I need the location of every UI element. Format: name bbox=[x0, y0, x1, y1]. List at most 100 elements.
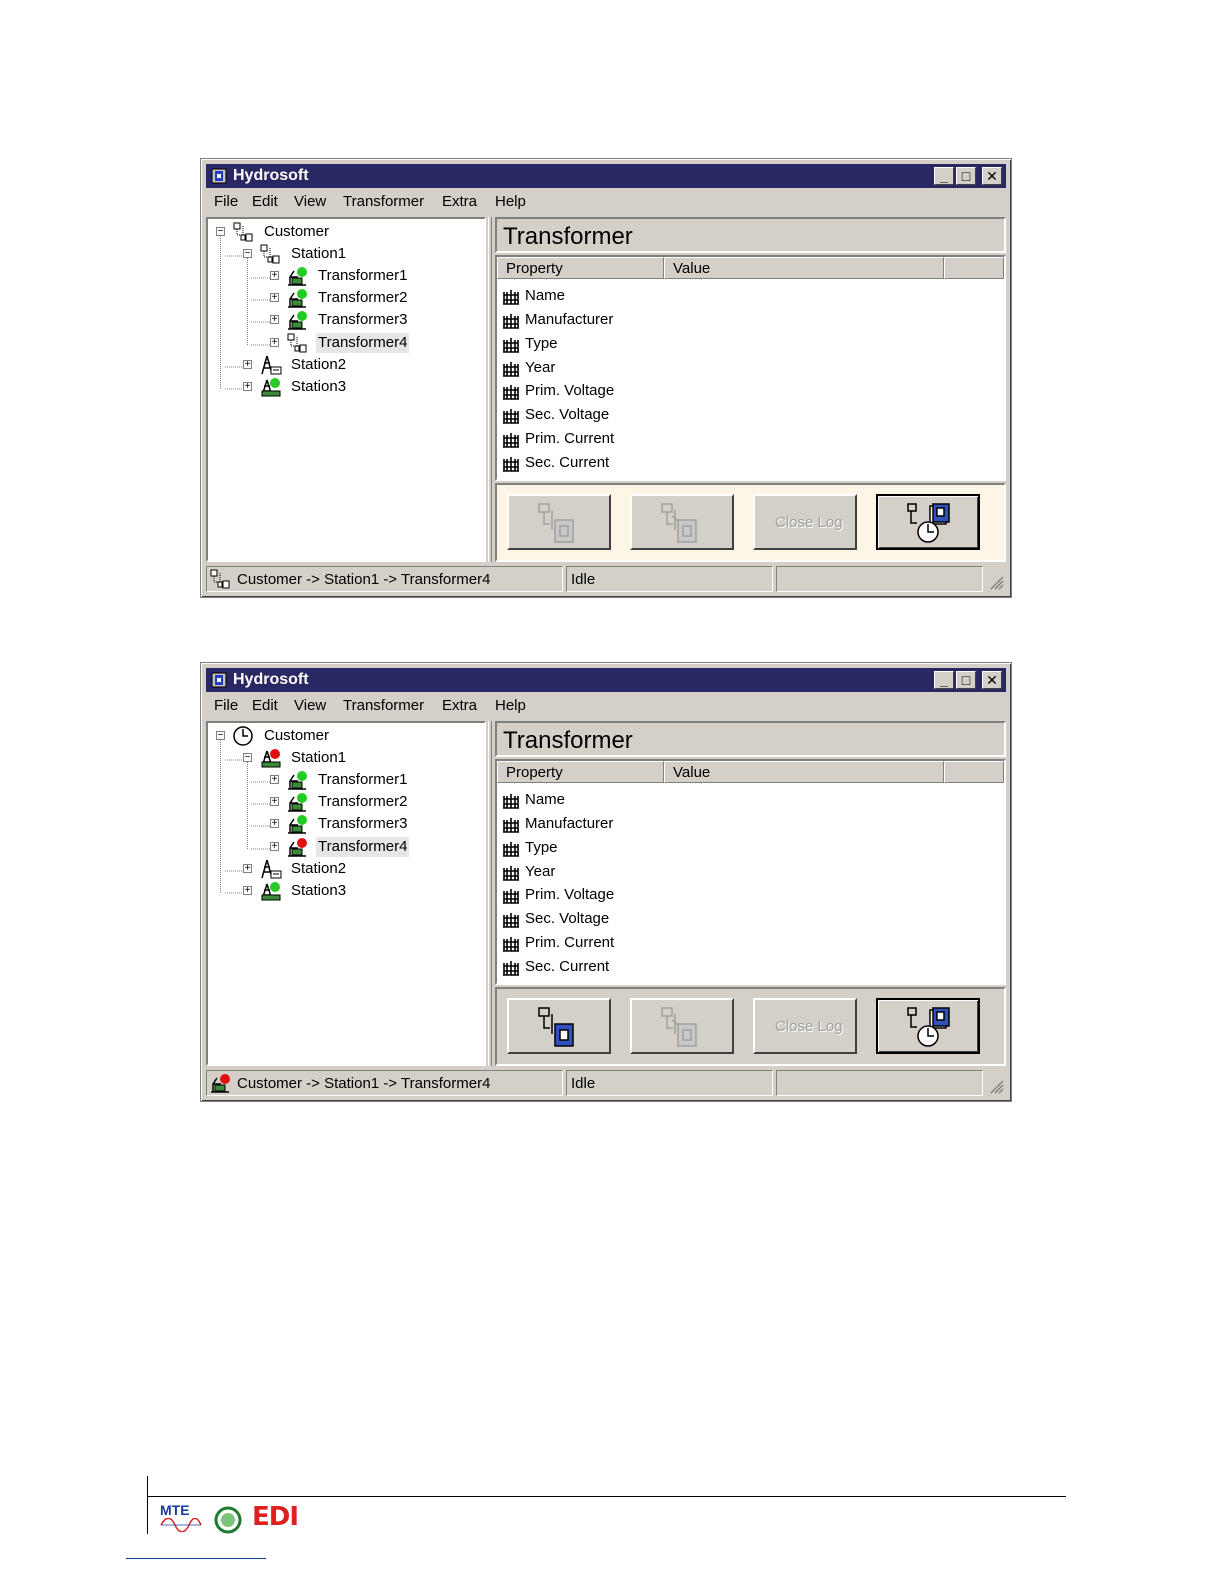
menu-bar: File Edit View Transformer Extra Help bbox=[206, 190, 1006, 214]
property-list[interactable]: Property Value Name Manufacturer Type Ye… bbox=[495, 759, 1006, 985]
menu-transformer[interactable]: Transformer bbox=[343, 694, 424, 718]
station-icon bbox=[261, 859, 282, 879]
tree-view[interactable]: − Customer − Station1 + Transformer1 + T… bbox=[206, 721, 486, 1066]
property-name: Name bbox=[525, 287, 566, 304]
menu-extra[interactable]: Extra bbox=[442, 190, 477, 214]
transformer-red-icon bbox=[288, 838, 307, 857]
app-icon bbox=[211, 168, 227, 184]
close-button[interactable]: ✕ bbox=[982, 167, 1002, 185]
close-button[interactable]: ✕ bbox=[982, 671, 1002, 689]
disconnect-device-icon bbox=[661, 1007, 697, 1047]
splitter[interactable] bbox=[488, 217, 492, 562]
column-header-value[interactable]: Value bbox=[664, 761, 944, 783]
expand-toggle[interactable]: + bbox=[270, 271, 279, 281]
menu-edit[interactable]: Edit bbox=[252, 694, 278, 718]
expand-toggle[interactable]: + bbox=[270, 797, 279, 807]
property-name: Year bbox=[525, 863, 556, 880]
property-icon bbox=[503, 818, 519, 833]
column-header-empty[interactable] bbox=[944, 761, 1004, 783]
minimize-button[interactable]: _ bbox=[934, 671, 954, 689]
title-bar[interactable]: Hydrosoft _ □ ✕ bbox=[206, 164, 1006, 188]
collapse-toggle[interactable]: − bbox=[243, 753, 252, 763]
resize-grip-icon[interactable] bbox=[988, 1078, 1004, 1094]
menu-file[interactable]: File bbox=[214, 694, 238, 718]
maximize-button[interactable]: □ bbox=[956, 167, 976, 185]
expand-toggle[interactable]: + bbox=[270, 315, 279, 325]
column-header-empty[interactable] bbox=[944, 257, 1004, 279]
clock-device-icon bbox=[907, 503, 950, 543]
property-list[interactable]: Property Value Name Manufacturer Type Ye… bbox=[495, 255, 1006, 481]
tree-node-label: Station3 bbox=[291, 882, 347, 899]
collapse-toggle[interactable]: − bbox=[216, 731, 225, 741]
column-header-value[interactable]: Value bbox=[664, 257, 944, 279]
connect-device-icon bbox=[538, 1007, 574, 1047]
expand-toggle[interactable]: + bbox=[270, 775, 279, 785]
maximize-button[interactable]: □ bbox=[956, 671, 976, 689]
property-icon bbox=[503, 842, 519, 857]
connect-button[interactable] bbox=[507, 494, 611, 550]
minimize-button[interactable]: _ bbox=[934, 167, 954, 185]
tree-node-label: Customer bbox=[264, 223, 330, 240]
menu-view[interactable]: View bbox=[294, 190, 326, 214]
tree-node-label: Transformer2 bbox=[318, 289, 408, 306]
disconnect-button[interactable] bbox=[630, 494, 734, 550]
close-log-button[interactable]: Close Log bbox=[753, 998, 857, 1054]
expand-toggle[interactable]: + bbox=[243, 382, 252, 392]
property-name: Prim. Current bbox=[525, 430, 615, 447]
property-icon bbox=[503, 866, 519, 881]
disconnect-button[interactable] bbox=[630, 998, 734, 1054]
tree-node-label: Station1 bbox=[291, 749, 347, 766]
close-log-button[interactable]: Close Log bbox=[753, 494, 857, 550]
expand-toggle[interactable]: + bbox=[270, 842, 279, 852]
status-extra-cell bbox=[776, 566, 983, 592]
menu-help[interactable]: Help bbox=[495, 694, 526, 718]
collapse-toggle[interactable]: − bbox=[243, 249, 252, 259]
column-header-property[interactable]: Property bbox=[497, 761, 664, 783]
transformer-red-icon bbox=[211, 1074, 230, 1093]
expand-toggle[interactable]: + bbox=[243, 864, 252, 874]
property-icon bbox=[503, 385, 519, 400]
splitter[interactable] bbox=[488, 721, 492, 1066]
log-timer-button[interactable] bbox=[876, 998, 980, 1054]
expand-toggle[interactable]: + bbox=[270, 293, 279, 303]
expand-toggle[interactable]: + bbox=[243, 360, 252, 370]
column-header-property[interactable]: Property bbox=[497, 257, 664, 279]
property-name: Manufacturer bbox=[525, 815, 614, 832]
status-state: Idle bbox=[571, 571, 596, 588]
property-name: Prim. Voltage bbox=[525, 886, 615, 903]
menu-transformer[interactable]: Transformer bbox=[343, 190, 424, 214]
tree-node-label: Transformer1 bbox=[318, 771, 408, 788]
footer-link-underline bbox=[126, 1558, 266, 1559]
property-name: Type bbox=[525, 839, 558, 856]
details-pane: Transformer Property Value Name Manufact… bbox=[495, 217, 1006, 562]
menu-edit[interactable]: Edit bbox=[252, 190, 278, 214]
connect-button[interactable] bbox=[507, 998, 611, 1054]
hydrosoft-window: Hydrosoft _ □ ✕ File Edit View Transform… bbox=[200, 158, 1012, 598]
details-pane: Transformer Property Value Name Manufact… bbox=[495, 721, 1006, 1066]
resize-grip-icon[interactable] bbox=[988, 574, 1004, 590]
tree-view[interactable]: − Customer − Station1 + Transformer1 + T… bbox=[206, 217, 486, 562]
tree-node-label: Transformer4 bbox=[316, 333, 410, 353]
menu-file[interactable]: File bbox=[214, 190, 238, 214]
tree-node-label: Station3 bbox=[291, 378, 347, 395]
menu-view[interactable]: View bbox=[294, 694, 326, 718]
status-bar: Customer -> Station1 -> Transformer4 Idl… bbox=[206, 566, 1006, 592]
transformer-green-icon bbox=[288, 311, 307, 330]
clock-device-icon bbox=[907, 1007, 950, 1047]
expand-toggle[interactable]: + bbox=[270, 819, 279, 829]
menu-extra[interactable]: Extra bbox=[442, 694, 477, 718]
title-bar[interactable]: Hydrosoft _ □ ✕ bbox=[206, 668, 1006, 692]
property-icon bbox=[503, 338, 519, 353]
expand-toggle[interactable]: + bbox=[243, 886, 252, 896]
collapse-toggle[interactable]: − bbox=[216, 227, 225, 237]
tree-node-label: Transformer1 bbox=[318, 267, 408, 284]
expand-toggle[interactable]: + bbox=[270, 338, 279, 348]
network-icon bbox=[210, 569, 230, 589]
status-state: Idle bbox=[571, 1075, 596, 1092]
property-name: Sec. Voltage bbox=[525, 910, 610, 927]
menu-help[interactable]: Help bbox=[495, 190, 526, 214]
tree-node-label: Transformer3 bbox=[318, 815, 408, 832]
log-timer-button[interactable] bbox=[876, 494, 980, 550]
property-name: Name bbox=[525, 791, 566, 808]
property-icon bbox=[503, 889, 519, 904]
